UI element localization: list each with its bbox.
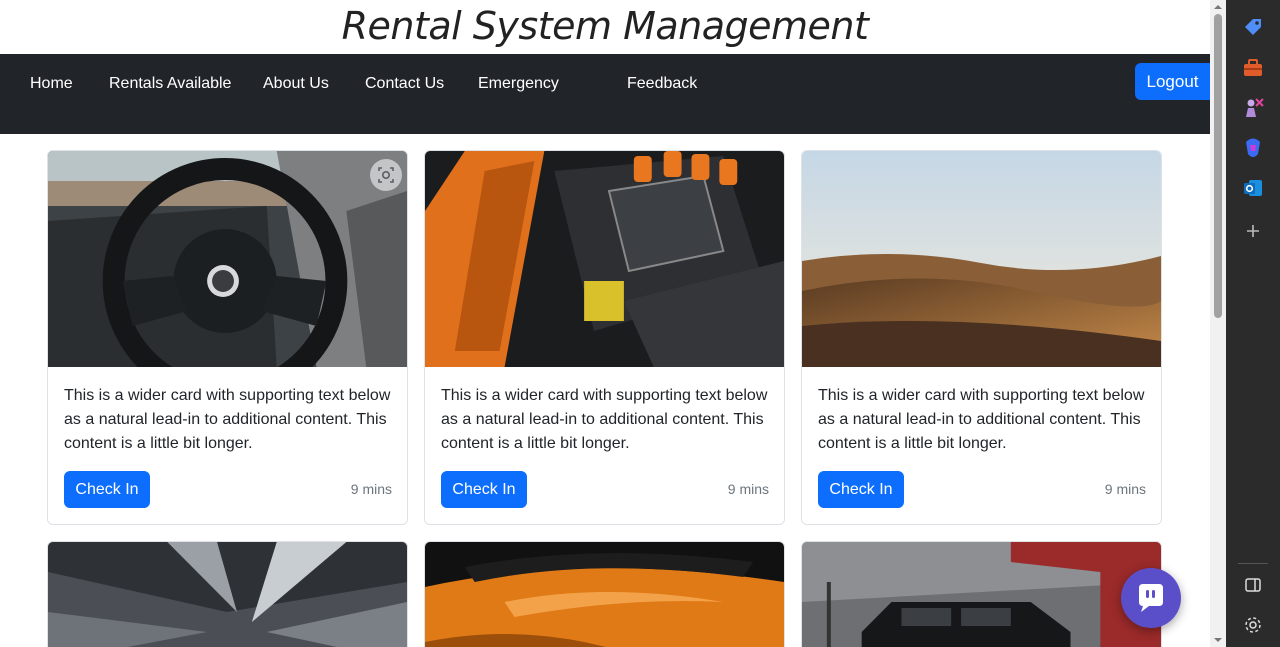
rental-card: This is a wider card with supporting tex… xyxy=(424,150,785,525)
rental-card: This is a wider card with supporting tex… xyxy=(801,150,1162,525)
nav-emergency[interactable]: Emergency xyxy=(478,74,559,94)
visual-search-icon[interactable] xyxy=(370,159,402,191)
copilot-icon[interactable] xyxy=(1241,136,1265,160)
card-image-orange-car xyxy=(425,542,784,647)
nav-feedback[interactable]: Feedback xyxy=(627,74,697,94)
card-image-suv xyxy=(802,542,1161,647)
card-image-tunnel xyxy=(48,542,407,647)
check-in-button[interactable]: Check In xyxy=(64,471,150,508)
page-title: Rental System Management xyxy=(341,4,869,48)
check-in-button[interactable]: Check In xyxy=(818,471,904,508)
chat-icon xyxy=(1139,584,1163,612)
card-time: 9 mins xyxy=(727,481,769,497)
nav-home[interactable]: Home xyxy=(30,74,73,94)
card-image-desert xyxy=(802,151,1161,367)
rental-card: This is a wider card with supporting tex… xyxy=(47,150,408,525)
chess-icon[interactable] xyxy=(1241,96,1265,120)
card-text: This is a wider card with supporting tex… xyxy=(818,387,1145,452)
settings-icon[interactable] xyxy=(1241,613,1265,637)
navbar: Home Rentals Available About Us Contact … xyxy=(0,54,1210,134)
card-time: 9 mins xyxy=(1104,481,1146,497)
nav-about-us[interactable]: About Us xyxy=(263,74,329,94)
scroll-thumb[interactable] xyxy=(1214,14,1222,318)
check-in-button[interactable]: Check In xyxy=(441,471,527,508)
panel-icon[interactable] xyxy=(1241,573,1265,597)
page: Rental System Management Home Rentals Av… xyxy=(0,0,1210,647)
card-image-steering-wheel xyxy=(48,151,407,367)
sidebar-divider xyxy=(1238,563,1268,564)
toolbox-icon[interactable] xyxy=(1241,56,1265,80)
scroll-down-arrow-icon[interactable] xyxy=(1213,635,1223,645)
nav-rentals-available[interactable]: Rentals Available xyxy=(109,74,231,94)
logout-button[interactable]: Logout xyxy=(1135,63,1210,100)
tag-icon[interactable] xyxy=(1241,15,1265,39)
page-scrollbar[interactable] xyxy=(1210,0,1226,647)
scroll-up-arrow-icon[interactable] xyxy=(1213,2,1223,12)
card-image-engine xyxy=(425,151,784,367)
rental-card xyxy=(424,541,785,647)
nav-contact-us[interactable]: Contact Us xyxy=(365,74,444,94)
card-text: This is a wider card with supporting tex… xyxy=(64,387,391,452)
rental-card xyxy=(47,541,408,647)
card-time: 9 mins xyxy=(350,481,392,497)
chat-button[interactable] xyxy=(1121,568,1181,628)
rental-card xyxy=(801,541,1162,647)
browser-sidebar xyxy=(1226,0,1280,647)
outlook-icon[interactable] xyxy=(1241,176,1265,200)
plus-icon[interactable] xyxy=(1241,219,1265,243)
card-text: This is a wider card with supporting tex… xyxy=(441,387,768,452)
